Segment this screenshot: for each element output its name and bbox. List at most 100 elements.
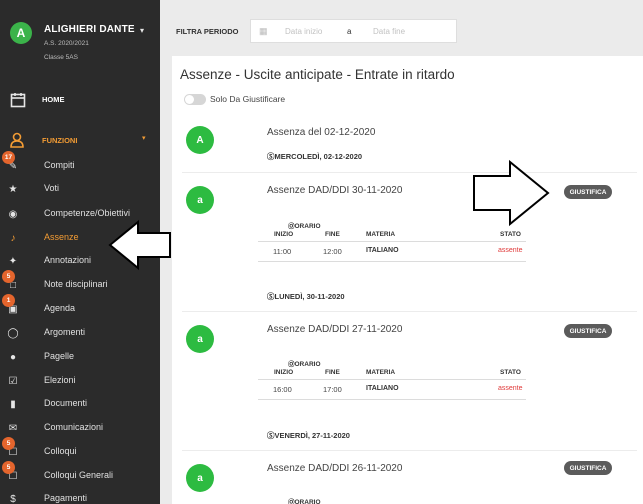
sidebar-item-pagamenti[interactable]: $ Pagamenti: [0, 488, 160, 504]
sidebar-item-label: Pagamenti: [44, 493, 88, 503]
sidebar-item-pagelle[interactable]: ● Pagelle: [0, 346, 160, 368]
user-profile[interactable]: A ALIGHIERI DANTE ▾ A.S. 2020/2021 Class…: [0, 0, 160, 72]
sidebar-item-label: Elezioni: [44, 375, 76, 385]
absence-type-icon: A: [186, 126, 214, 154]
cell-materia: ITALIANO: [366, 385, 399, 392]
sidebar-item-colloqui[interactable]: ☐ 5 Colloqui: [0, 437, 160, 463]
col-header-inizio: INIZIO: [274, 369, 294, 376]
date-to-input[interactable]: Data fine: [373, 27, 405, 36]
user-name: ALIGHIERI DANTE: [44, 24, 135, 35]
school-year: A.S. 2020/2021: [44, 40, 89, 47]
notification-badge: 1: [2, 294, 15, 307]
filter-bar: FILTRA PERIODO ▦ Data inizio a Data fine: [160, 0, 643, 50]
sidebar-item-label: Compiti: [44, 160, 75, 170]
entry-title: Assenze DAD/DDI 26-11-2020: [267, 463, 403, 474]
col-header-stato: STATO: [500, 231, 521, 238]
dollar-icon: $: [10, 493, 16, 504]
giustifica-button[interactable]: GIUSTIFICA: [564, 324, 612, 338]
table-divider: [258, 261, 526, 262]
user-icon: [10, 132, 24, 148]
page-title: Assenze - Uscite anticipate - Entrate in…: [180, 67, 455, 82]
date-from-input[interactable]: Data inizio: [285, 27, 322, 36]
notification-badge: 17: [2, 151, 15, 164]
bell-icon: ♪: [10, 232, 16, 244]
pin-icon: ✦: [8, 255, 18, 267]
cell-stato: assente: [498, 385, 523, 392]
entry-title: Assenze DAD/DDI 27-11-2020: [267, 324, 403, 335]
sidebar-item-agenda[interactable]: ▣ 1 Agenda: [0, 294, 160, 320]
mail-icon: ✉: [8, 422, 18, 434]
cell-fine: 12:00: [323, 247, 342, 256]
date-separator: a: [347, 27, 352, 36]
toggle-label: Solo Da Giustificare: [210, 94, 286, 104]
sidebar-item-colloqui-generali[interactable]: ☐ 5 Colloqui Generali: [0, 461, 160, 487]
nav-home-label: HOME: [42, 95, 65, 104]
document-icon: ▮: [10, 398, 16, 410]
cell-fine: 17:00: [323, 385, 342, 394]
filter-label: FILTRA PERIODO: [176, 27, 239, 36]
divider: [182, 172, 637, 173]
sidebar-item-label: Voti: [44, 183, 60, 193]
toggle-switch[interactable]: [184, 94, 206, 105]
sidebar-item-label: Annotazioni: [44, 255, 92, 265]
chevron-down-icon[interactable]: ▾: [140, 26, 144, 35]
chevron-down-icon: ▾: [142, 135, 146, 142]
sidebar-item-label: Colloqui Generali: [44, 470, 114, 480]
calendar-icon: ▦: [259, 26, 268, 36]
notification-badge: 5: [2, 437, 15, 450]
sidebar-item-label: Comunicazioni: [44, 422, 104, 432]
orario-label: ⓄORARIO: [288, 499, 321, 504]
col-header-stato: STATO: [500, 369, 521, 376]
main-panel: Assenze - Uscite anticipate - Entrate in…: [172, 56, 643, 504]
absence-type-icon: a: [186, 325, 214, 353]
sidebar-item-argomenti[interactable]: ◯ Argomenti: [0, 322, 160, 344]
table-divider: [258, 399, 526, 400]
bulb-icon: ◯: [7, 327, 19, 339]
cell-materia: ITALIANO: [366, 247, 399, 254]
sidebar-item-label: Note disciplinari: [44, 279, 108, 289]
sidebar-item-note[interactable]: □ 5 Note disciplinari: [0, 270, 160, 296]
vote-icon: ☑: [8, 375, 18, 387]
target-icon: ◉: [8, 208, 18, 220]
col-header-fine: FINE: [325, 369, 340, 376]
sidebar-item-compiti[interactable]: ✎ 17 Compiti: [0, 151, 160, 177]
orario-label: ⓄORARIO: [288, 223, 321, 230]
entry-date: ⓈVENERDÌ, 27-11-2020: [267, 431, 350, 440]
col-header-inizio: INIZIO: [274, 231, 294, 238]
divider: [182, 311, 637, 312]
table-divider: [258, 379, 526, 380]
sidebar-item-comunicazioni[interactable]: ✉ Comunicazioni: [0, 417, 160, 439]
sidebar-item-label: Competenze/Obiettivi: [44, 208, 131, 218]
sidebar-item-voti[interactable]: ★ Voti: [0, 178, 160, 200]
col-header-materia: MATERIA: [366, 231, 396, 238]
absence-type-icon: a: [186, 186, 214, 214]
user-class: Classe 5AS: [44, 54, 78, 61]
medal-icon: ●: [9, 351, 17, 363]
nav-home[interactable]: HOME: [0, 90, 160, 114]
calendar-icon: [10, 93, 26, 108]
date-range-field[interactable]: ▦ Data inizio a Data fine: [250, 19, 457, 43]
entry-date: ⓈMERCOLEDÌ, 02-12-2020: [267, 152, 363, 161]
table-divider: [258, 241, 526, 242]
col-header-fine: FINE: [325, 231, 340, 238]
sidebar-item-competenze[interactable]: ◉ Competenze/Obiettivi: [0, 203, 160, 225]
sidebar-item-documenti[interactable]: ▮ Documenti: [0, 393, 160, 415]
cell-stato: assente: [498, 247, 523, 254]
col-header-materia: MATERIA: [366, 369, 396, 376]
orario-label: ⓄORARIO: [288, 361, 321, 368]
sidebar-item-assenze[interactable]: ♪ Assenze: [0, 227, 160, 249]
entry-title: Assenze DAD/DDI 30-11-2020: [267, 185, 403, 196]
divider: [182, 450, 637, 451]
sidebar-item-label: Documenti: [44, 398, 88, 408]
notification-badge: 5: [2, 461, 15, 474]
sidebar-item-annotazioni[interactable]: ✦ Annotazioni: [0, 250, 160, 272]
absence-type-icon: a: [186, 464, 214, 492]
sidebar-item-label: Colloqui: [44, 446, 77, 456]
sidebar-item-label: Argomenti: [44, 327, 86, 337]
sidebar-item-elezioni[interactable]: ☑ Elezioni: [0, 370, 160, 392]
giustifica-button[interactable]: GIUSTIFICA: [564, 185, 612, 199]
sidebar: A ALIGHIERI DANTE ▾ A.S. 2020/2021 Class…: [0, 0, 160, 504]
nav-funzioni[interactable]: FUNZIONI ▾: [0, 130, 160, 150]
cell-inizio: 11:00: [273, 247, 292, 256]
giustifica-button[interactable]: GIUSTIFICA: [564, 461, 612, 475]
